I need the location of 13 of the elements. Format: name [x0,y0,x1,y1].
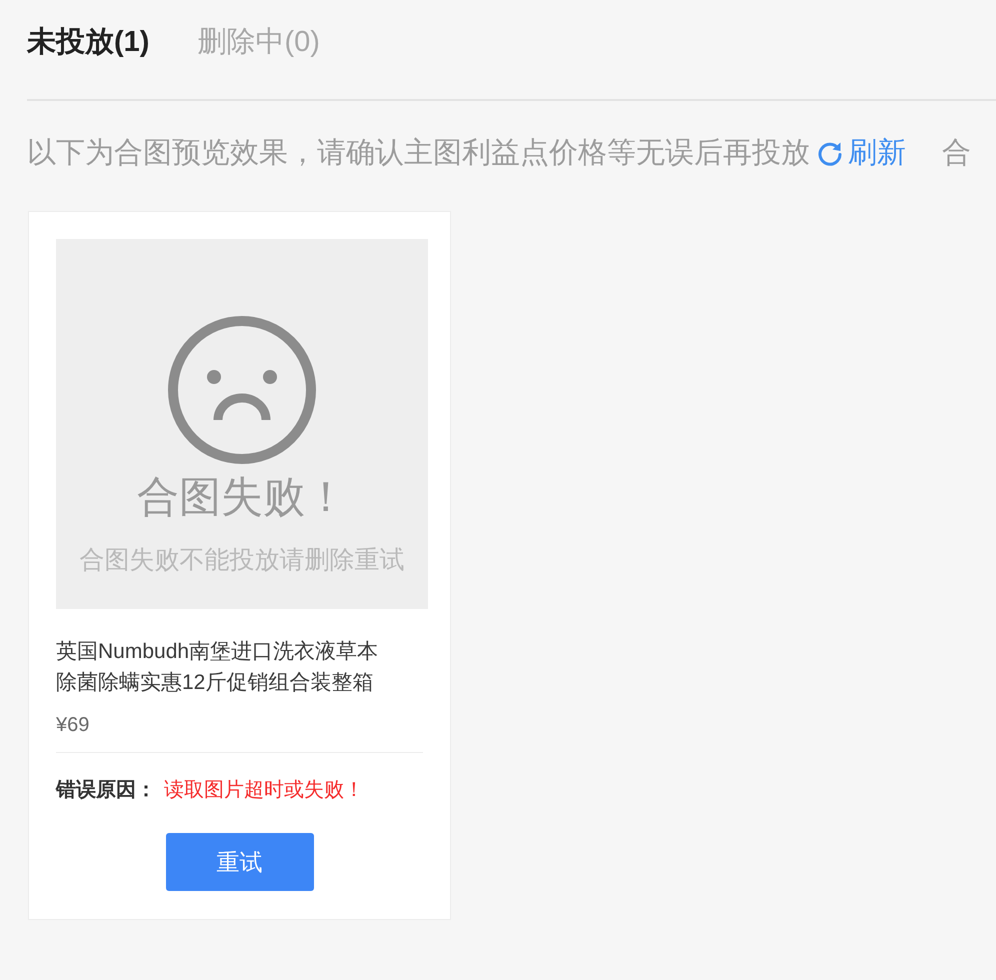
notice-text: 以下为合图预览效果，请确认主图利益点价格等无误后再投放 [27,136,810,171]
tab[interactable]: 未投放(1) [27,24,150,60]
product-title: 英国Numbudh南堡进口洗衣液草本除菌除螨实惠12斤促销组合装整箱 [56,639,380,696]
refresh-link[interactable]: 刷新 [817,133,906,173]
notice-text: 合 [942,136,971,171]
preview-error-title: 合图失败！ [137,472,347,522]
retry-button[interactable]: 重试 [166,833,314,891]
error-message: 读取图片超时或失败！ [164,778,364,802]
error-label: 错误原因： [56,778,156,802]
sad-face-icon [168,316,316,464]
product-price: ¥69 [56,713,90,737]
tab[interactable]: 删除中(0) [197,24,320,60]
refresh-icon [817,140,843,166]
